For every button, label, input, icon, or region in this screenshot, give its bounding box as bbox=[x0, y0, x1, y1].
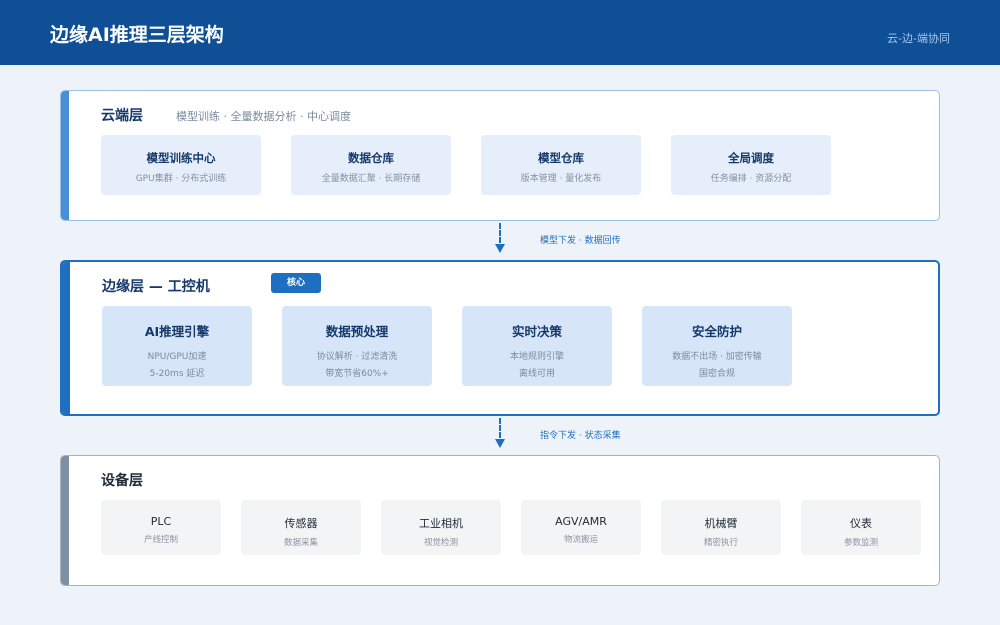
edge-card-realtime-decision[interactable]: 实时决策 本地规则引擎 离线可用 bbox=[462, 306, 612, 386]
cloud-card-data-warehouse[interactable]: 数据仓库 全量数据汇聚 · 长期存储 bbox=[291, 135, 451, 195]
cloud-edge-connector-label: 模型下发 · 数据回传 bbox=[540, 236, 621, 246]
card-title: AI推理引擎 bbox=[144, 324, 210, 339]
card-desc: 全量数据汇聚 · 长期存储 bbox=[321, 174, 421, 184]
card-desc: GPU集群 · 分布式训练 bbox=[135, 174, 227, 184]
card-title: 数据预处理 bbox=[325, 324, 389, 339]
card-desc: 精密执行 bbox=[703, 538, 738, 548]
dashed-line bbox=[499, 223, 501, 243]
cloud-card-model-repo[interactable]: 模型仓库 版本管理 · 量化发布 bbox=[481, 135, 641, 195]
device-card-sensor[interactable]: 传感器 数据采集 bbox=[241, 500, 361, 555]
edge-layer-title: 边缘层 — 工控机 bbox=[102, 279, 210, 295]
card-title: 工业相机 bbox=[419, 517, 463, 530]
card-title: 安全防护 bbox=[691, 324, 742, 339]
core-badge: 核心 bbox=[271, 273, 321, 293]
card-desc: 数据采集 bbox=[283, 538, 318, 548]
card-desc: 参数监测 bbox=[843, 538, 878, 548]
device-card-agv[interactable]: AGV/AMR 物流搬运 bbox=[521, 500, 641, 555]
card-title: 数据仓库 bbox=[348, 151, 394, 165]
edge-card-inference-engine[interactable]: AI推理引擎 NPU/GPU加速 5-20ms 延迟 bbox=[102, 306, 252, 386]
header-bar: 边缘AI推理三层架构 云-边-端协同 bbox=[0, 0, 1000, 65]
card-desc: 协议解析 · 过滤清洗 bbox=[316, 352, 398, 362]
card-title: 传感器 bbox=[284, 517, 318, 530]
edge-layer-stripe bbox=[62, 262, 70, 414]
card-title: 仪表 bbox=[850, 517, 872, 530]
card-title: 机械臂 bbox=[704, 517, 738, 530]
device-card-robot-arm[interactable]: 机械臂 精密执行 bbox=[661, 500, 781, 555]
card-title: AGV/AMR bbox=[555, 515, 607, 528]
card-title: 模型训练中心 bbox=[146, 151, 216, 165]
device-layer-stripe bbox=[61, 456, 69, 585]
card-desc: 任务编排 · 资源分配 bbox=[710, 174, 792, 184]
cloud-layer-title: 云端层 bbox=[101, 108, 143, 124]
card-desc: 本地规则引擎 bbox=[509, 352, 564, 362]
card-title: 实时决策 bbox=[511, 324, 562, 339]
card-desc: 产线控制 bbox=[143, 535, 178, 545]
device-card-camera[interactable]: 工业相机 视觉检测 bbox=[381, 500, 501, 555]
card-desc: 物流搬运 bbox=[563, 535, 598, 545]
cloud-layer-panel: 云端层 模型训练 · 全量数据分析 · 中心调度 模型训练中心 GPU集群 · … bbox=[60, 90, 940, 221]
arrow-down-icon bbox=[495, 439, 505, 448]
card-title: PLC bbox=[150, 515, 172, 528]
card-desc: 带宽节省60%+ bbox=[325, 369, 389, 379]
edge-layer-panel: 边缘层 — 工控机 核心 AI推理引擎 NPU/GPU加速 5-20ms 延迟 … bbox=[60, 260, 940, 416]
edge-card-security[interactable]: 安全防护 数据不出场 · 加密传输 国密合规 bbox=[642, 306, 792, 386]
page-title: 边缘AI推理三层架构 bbox=[50, 24, 224, 46]
cloud-card-global-scheduling[interactable]: 全局调度 任务编排 · 资源分配 bbox=[671, 135, 831, 195]
edge-card-preprocessing[interactable]: 数据预处理 协议解析 · 过滤清洗 带宽节省60%+ bbox=[282, 306, 432, 386]
edge-device-connector-label: 指令下发 · 状态采集 bbox=[540, 431, 621, 441]
device-card-plc[interactable]: PLC 产线控制 bbox=[101, 500, 221, 555]
card-desc: 国密合规 bbox=[698, 369, 735, 379]
device-layer-title: 设备层 bbox=[101, 473, 143, 489]
arrow-down-icon bbox=[495, 244, 505, 253]
device-card-meter[interactable]: 仪表 参数监测 bbox=[801, 500, 921, 555]
card-desc: 离线可用 bbox=[518, 369, 555, 379]
card-title: 全局调度 bbox=[728, 151, 774, 165]
device-layer-panel: 设备层 PLC 产线控制 传感器 数据采集 工业相机 视觉检测 AGV/AMR … bbox=[60, 455, 940, 586]
cloud-layer-description: 模型训练 · 全量数据分析 · 中心调度 bbox=[176, 110, 351, 123]
dashed-line bbox=[499, 418, 501, 438]
card-desc: 版本管理 · 量化发布 bbox=[520, 174, 602, 184]
card-desc: 5-20ms 延迟 bbox=[149, 369, 205, 379]
card-desc: 视觉检测 bbox=[423, 538, 458, 548]
card-desc: NPU/GPU加速 bbox=[147, 352, 207, 362]
cloud-layer-stripe bbox=[61, 91, 69, 220]
cloud-card-training[interactable]: 模型训练中心 GPU集群 · 分布式训练 bbox=[101, 135, 261, 195]
card-desc: 数据不出场 · 加密传输 bbox=[672, 352, 762, 362]
page-subtitle: 云-边-端协同 bbox=[887, 32, 950, 45]
card-title: 模型仓库 bbox=[538, 151, 584, 165]
